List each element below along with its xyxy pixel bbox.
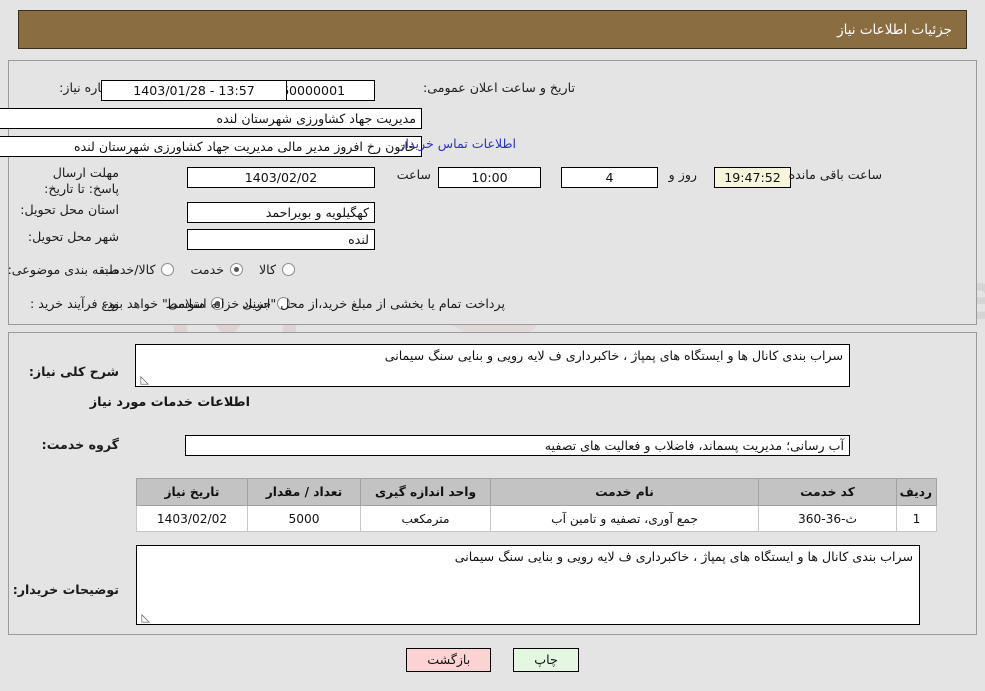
- creator-value: خاتون رخ افروز مدیر مالی مدیریت جهاد کشا…: [0, 136, 422, 157]
- hour-label-row: ساعت: [397, 167, 431, 182]
- category-option-khedmat[interactable]: خدمت: [190, 262, 243, 277]
- table-row: 1 ث-36-360 جمع آوری، تصفیه و تامین آب مت…: [136, 505, 937, 532]
- cell-unit: مترمکعب: [360, 505, 491, 532]
- radio-icon[interactable]: [229, 263, 243, 276]
- city-row: شهر محل تحویل:: [28, 229, 119, 244]
- col-name: نام خدمت: [490, 478, 759, 506]
- buyer-notes-textarea[interactable]: سراب بندی کانال ها و ایستگاه های پمپاژ ،…: [136, 545, 920, 625]
- category-option-label: کالا: [258, 262, 276, 277]
- radio-icon[interactable]: [161, 263, 175, 276]
- category-option-kala[interactable]: کالا: [259, 262, 295, 277]
- buyer-notes-value: سراب بندی کانال ها و ایستگاه های پمپاژ ،…: [454, 549, 913, 564]
- action-button-bar: بازگشت چاپ: [0, 648, 985, 672]
- category-radio-group: کالا خدمت کالا/خدمت: [101, 262, 295, 277]
- buyer-contact-row[interactable]: اطلاعات تماس خریدار: [399, 136, 516, 151]
- print-button[interactable]: چاپ: [513, 648, 579, 672]
- page-title: جزئیات اطلاعات نیاز: [837, 21, 952, 38]
- province-label: استان محل تحویل:: [20, 202, 119, 217]
- resize-grip-icon[interactable]: ◺: [139, 374, 149, 385]
- services-section-title: اطلاعات خدمات مورد نیاز: [89, 395, 250, 410]
- city-label: شهر محل تحویل:: [27, 229, 119, 244]
- deadline-label: مهلت ارسال پاسخ: تا تاریخ:: [44, 165, 119, 196]
- days-unit-row: روز و: [669, 167, 697, 182]
- days-unit-label: روز و: [668, 167, 697, 182]
- radio-icon[interactable]: [282, 263, 295, 276]
- province-value: کهگیلویه و بویراحمد: [187, 202, 375, 223]
- service-group-row: گروه خدمت:: [42, 437, 119, 452]
- description-value: سراب بندی کانال ها و ایستگاه های پمپاژ ،…: [384, 348, 843, 363]
- announce-date-value: 13:57 - 1403/01/28: [101, 80, 287, 101]
- description-textarea[interactable]: سراب بندی کانال ها و ایستگاه های پمپاژ ،…: [135, 344, 850, 387]
- resize-grip-icon[interactable]: ◺: [140, 612, 150, 623]
- buyer-org-value: مدیریت جهاد کشاورزی شهرستان لنده: [0, 108, 422, 129]
- service-group-label: گروه خدمت:: [41, 437, 119, 452]
- announce-date-label: تاریخ و ساعت اعلان عمومی:: [423, 80, 575, 95]
- hour-label: ساعت: [396, 167, 431, 182]
- col-unit: واحد اندازه گیری: [360, 478, 491, 506]
- deadline-time-value: 10:00: [438, 167, 541, 188]
- category-option-label: کالا/خدمت: [100, 262, 156, 277]
- back-button[interactable]: بازگشت: [406, 648, 492, 672]
- buyer-notes-row: توضیحات خریدار:: [13, 582, 119, 597]
- need-details-page: AriaTender.net جزئیات اطلاعات نیاز شماره…: [0, 0, 985, 691]
- treasury-note-text: پرداخت تمام یا بخشی از مبلغ خرید،از محل …: [103, 296, 505, 311]
- announce-date-row: تاریخ و ساعت اعلان عمومی:: [423, 80, 575, 95]
- table-header-row: ردیف کد خدمت نام خدمت واحد اندازه گیری ت…: [136, 478, 937, 506]
- city-value: لنده: [187, 229, 375, 250]
- remaining-hours-label: ساعت باقی مانده: [788, 167, 882, 182]
- province-row: استان محل تحویل:: [20, 202, 119, 217]
- cell-date: 1403/02/02: [136, 505, 248, 532]
- category-option-label: خدمت: [190, 262, 224, 277]
- deadline-row: مهلت ارسال پاسخ: تا تاریخ:: [27, 164, 119, 196]
- buyer-notes-label: توضیحات خریدار:: [12, 582, 119, 597]
- service-group-value: آب رسانی؛ مدیریت پسماند، فاضلاب و فعالیت…: [185, 435, 850, 456]
- category-option-kala-khedmat[interactable]: کالا/خدمت: [101, 262, 175, 277]
- cell-code: ث-36-360: [758, 505, 897, 532]
- col-qty: تعداد / مقدار: [247, 478, 361, 506]
- cell-quantity: 5000: [247, 505, 361, 532]
- treasury-note-row: پرداخت تمام یا بخشی از مبلغ خرید،از محل …: [103, 296, 505, 311]
- cell-index: 1: [896, 505, 937, 532]
- description-row: شرح کلی نیاز:: [29, 364, 119, 379]
- buyer-contact-link[interactable]: اطلاعات تماس خریدار: [399, 136, 516, 151]
- col-date: تاریخ نیاز: [136, 478, 248, 506]
- window-title-bar: جزئیات اطلاعات نیاز: [18, 10, 967, 49]
- countdown-timer-value: 19:47:52: [714, 167, 791, 188]
- remaining-label-row: ساعت باقی مانده: [789, 167, 882, 182]
- description-label: شرح کلی نیاز:: [28, 364, 119, 379]
- col-code: کد خدمت: [758, 478, 897, 506]
- days-remaining-value: 4: [561, 167, 658, 188]
- col-index: ردیف: [896, 478, 937, 506]
- deadline-date-value: 1403/02/02: [187, 167, 375, 188]
- services-table: ردیف کد خدمت نام خدمت واحد اندازه گیری ت…: [136, 478, 937, 532]
- cell-name: جمع آوری، تصفیه و تامین آب: [490, 505, 759, 532]
